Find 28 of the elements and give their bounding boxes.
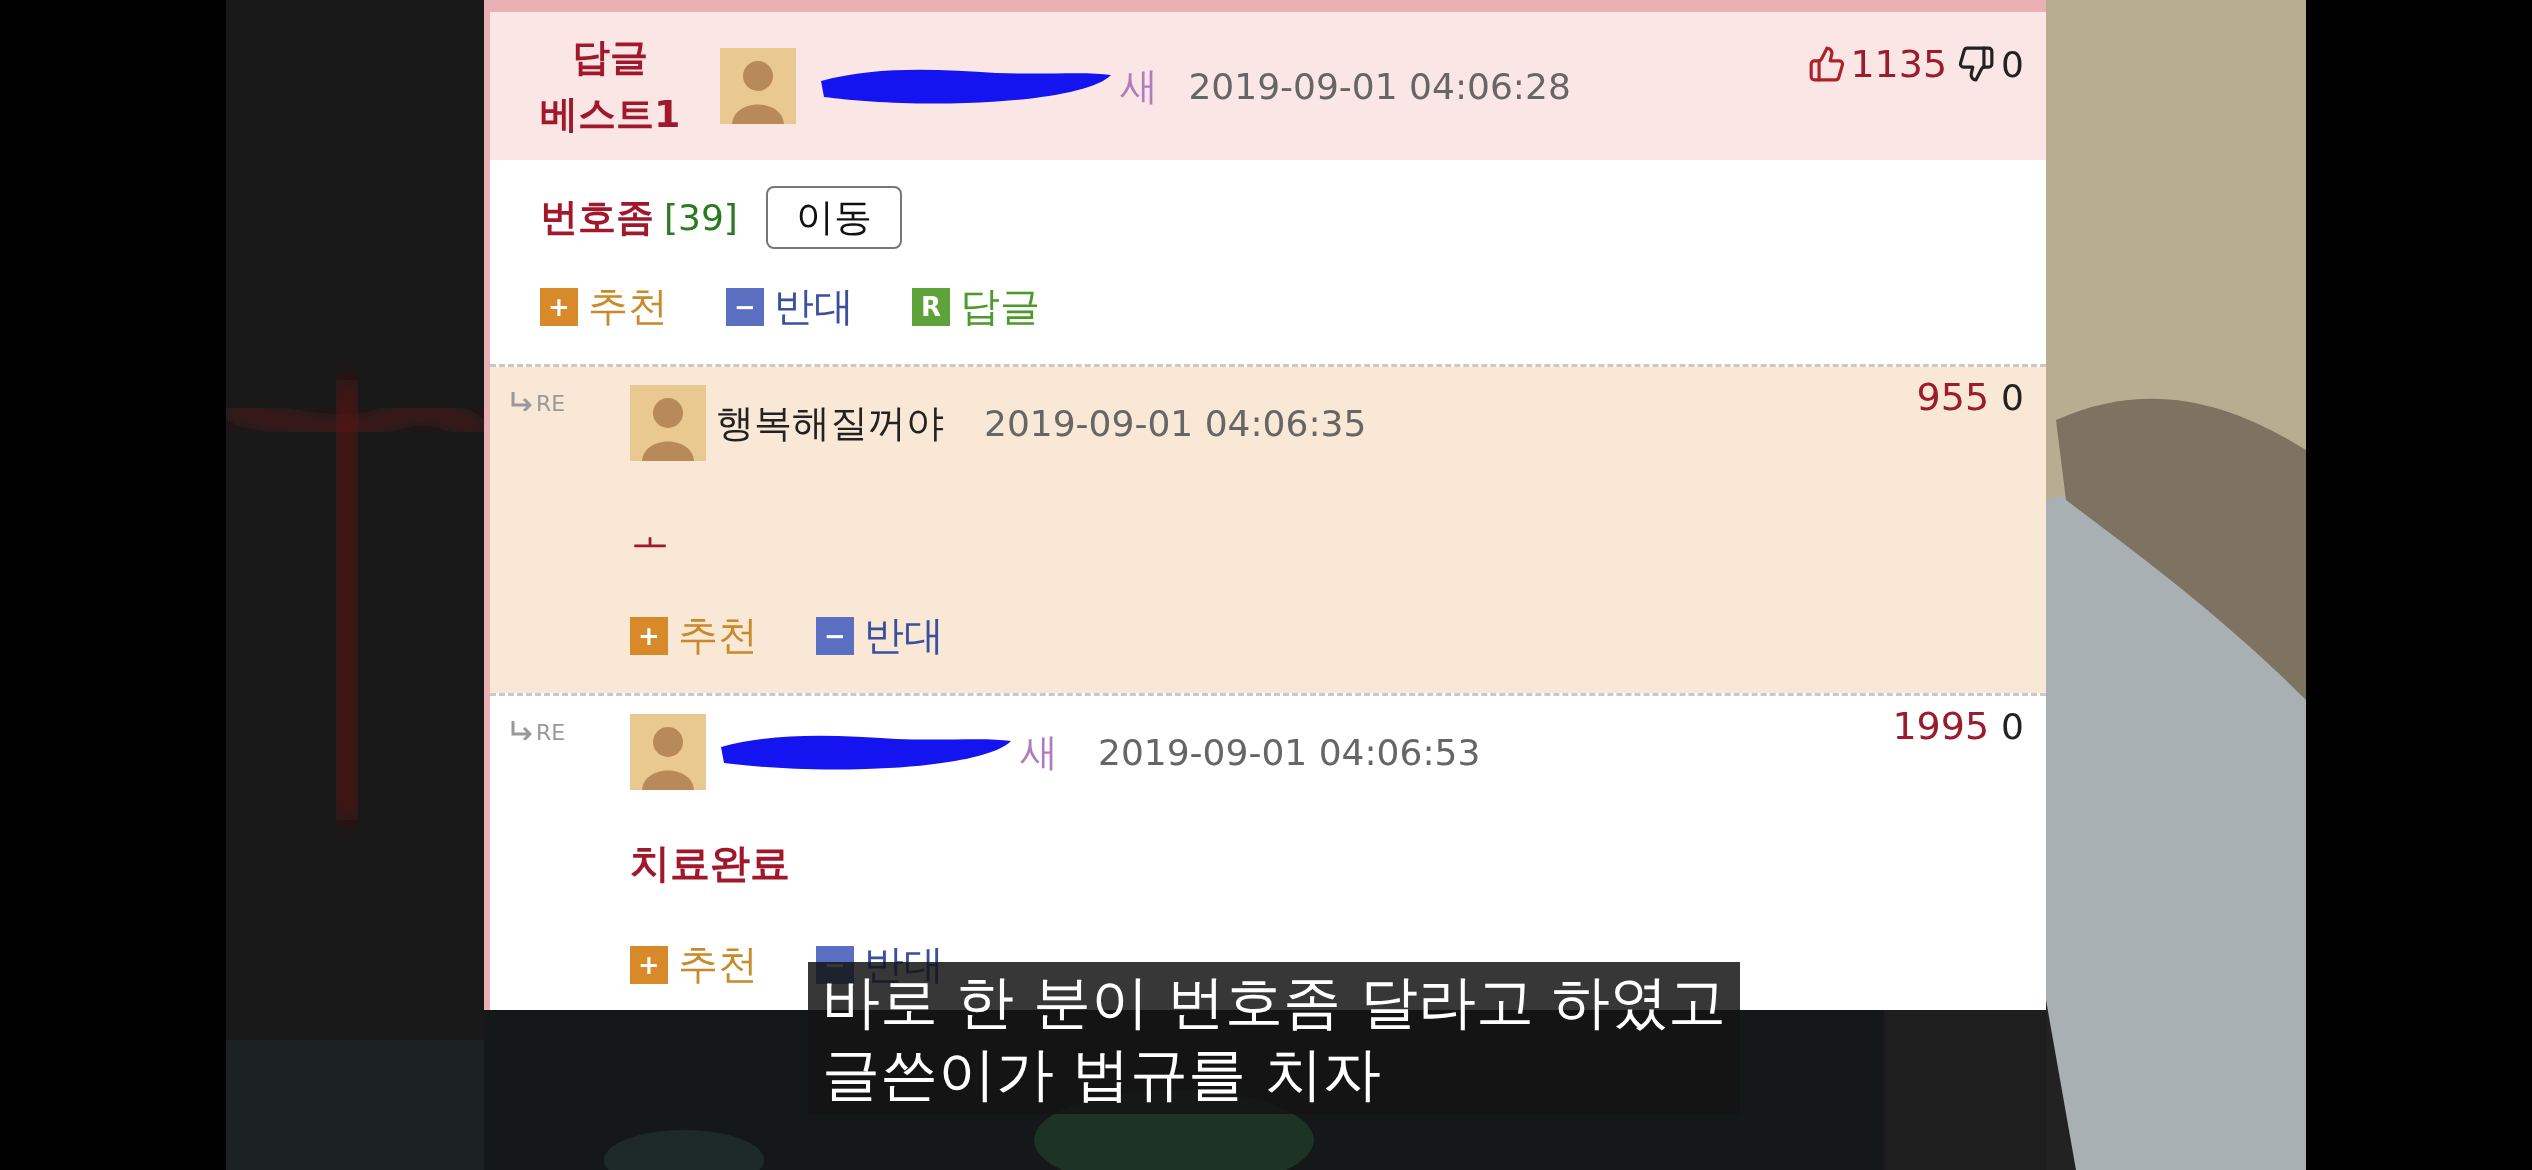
author-name[interactable]: 새 bbox=[1120, 60, 1159, 112]
oppose-button[interactable]: − 반대 bbox=[726, 279, 854, 335]
best-label: 베스트1 bbox=[540, 91, 681, 139]
comment-text: 번호좀 bbox=[540, 194, 654, 242]
dislike-count: 0 bbox=[2001, 43, 2024, 85]
author-name[interactable]: 행복해질꺼야 bbox=[716, 397, 944, 449]
reply-date: 2019-09-01 04:06:53 bbox=[1098, 731, 1481, 773]
dislike-count: 0 bbox=[2001, 376, 2024, 418]
reply-count: [39] bbox=[664, 197, 738, 239]
like-count: 1135 bbox=[1850, 42, 1948, 86]
like-count: 1995 bbox=[1892, 704, 1990, 749]
like-count: 955 bbox=[1916, 375, 1990, 420]
re-label: RE bbox=[536, 391, 566, 417]
recommend-button[interactable]: + 추천 bbox=[540, 279, 668, 335]
re-label: RE bbox=[536, 720, 566, 746]
best-label: 답글 bbox=[572, 34, 649, 82]
reply-button[interactable]: R 답글 bbox=[912, 279, 1040, 335]
reply-text: 치료완료 bbox=[630, 839, 791, 889]
move-button[interactable]: 이동 bbox=[765, 186, 902, 250]
subtitle-line: 글쓴이가 법규를 치자 bbox=[822, 1039, 1382, 1110]
reply-text: ㅗ bbox=[630, 510, 671, 560]
recommend-button[interactable]: + 추천 bbox=[630, 937, 758, 993]
recommend-button[interactable]: + 추천 bbox=[630, 608, 758, 664]
post-date: 2019-09-01 04:06:28 bbox=[1188, 65, 1571, 107]
reply-date: 2019-09-01 04:06:35 bbox=[984, 402, 1367, 444]
dislike-count: 0 bbox=[2001, 705, 2024, 747]
author-name[interactable]: 새 bbox=[1020, 726, 1058, 778]
oppose-button[interactable]: − 반대 bbox=[816, 608, 944, 664]
